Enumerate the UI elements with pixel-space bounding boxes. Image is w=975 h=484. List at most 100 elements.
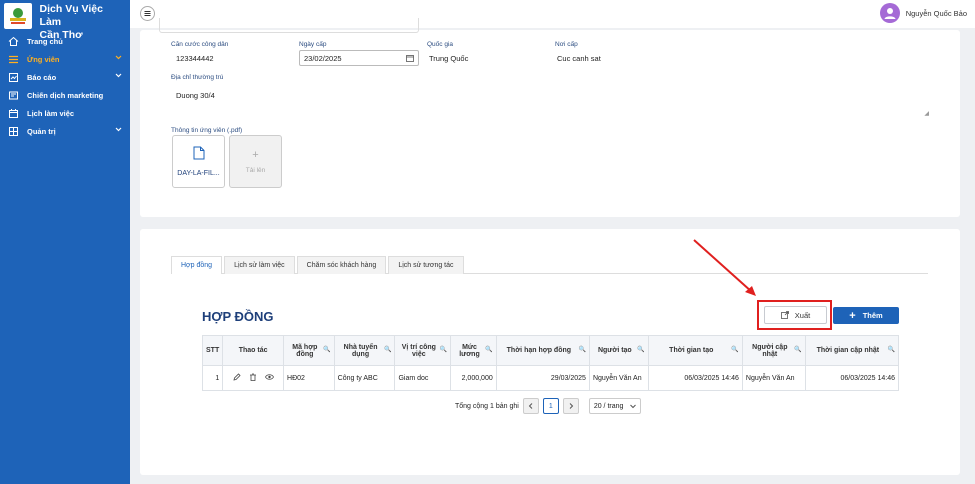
search-icon[interactable]: 🔍 — [485, 346, 492, 353]
header-label: Nhà tuyển dụng — [344, 344, 378, 358]
chevron-down-icon — [115, 126, 122, 135]
tab-contracts[interactable]: Hợp đồng — [171, 256, 222, 274]
header-label: Thời gian tạo — [669, 347, 713, 354]
sidebar-item-marketing[interactable]: Chiến dịch marketing — [0, 86, 130, 104]
issue-place-field[interactable]: Cuc canh sat — [557, 54, 601, 63]
next-page-button[interactable] — [563, 398, 579, 414]
table-row[interactable]: 1 HĐ02 Công ty ABC Giam doc 2,000,000 29… — [203, 366, 899, 391]
column-header-salary[interactable]: Mức lương 🔍 — [451, 336, 497, 366]
list-icon — [8, 54, 19, 65]
user-menu[interactable]: Nguyễn Quốc Bảo — [880, 3, 967, 23]
candidate-info-card — [140, 30, 960, 217]
sidebar-item-label: Chiến dịch marketing — [27, 91, 103, 100]
cell-contract-term: 29/03/2025 — [496, 366, 589, 391]
sidebar-item-label: Quản trị — [27, 127, 56, 136]
chevron-down-icon — [115, 72, 122, 81]
page-number-button[interactable]: 1 — [543, 398, 559, 414]
file-card[interactable]: DAY-LA-FIL... — [172, 135, 225, 188]
tab-work-history[interactable]: Lịch sử làm việc — [224, 256, 295, 274]
sidebar-item-label: Ứng viên — [27, 55, 59, 64]
cell-salary: 2,000,000 — [451, 366, 497, 391]
cell-position: Giam doc — [395, 366, 451, 391]
cell-updated-time: 06/03/2025 14:46 — [805, 366, 898, 391]
cell-actions — [223, 366, 284, 391]
tab-customer-care[interactable]: Chăm sóc khách hàng — [297, 256, 387, 274]
tab-bar: Hợp đồng Lịch sử làm việc Chăm sóc khách… — [171, 256, 928, 274]
section-title: HỢP ĐỒNG — [202, 309, 274, 324]
report-icon — [8, 72, 19, 83]
search-icon[interactable]: 🔍 — [384, 346, 391, 353]
export-label: Xuất — [795, 311, 810, 320]
upload-label: Tải lên — [246, 167, 266, 174]
address-textarea[interactable]: Duong 30/4 ◢ — [171, 82, 931, 119]
header-label: Mức lương — [459, 344, 480, 358]
edit-icon[interactable] — [233, 376, 241, 383]
column-header-updated-time[interactable]: Thời gian cập nhật 🔍 — [805, 336, 898, 366]
sidebar-item-schedule[interactable]: Lịch làm việc — [0, 104, 130, 122]
country-field[interactable]: Trung Quốc — [429, 54, 468, 63]
export-icon — [781, 311, 789, 319]
upload-button[interactable]: + Tải lên — [229, 135, 282, 188]
brand-line-1: Dịch Vụ Việc Làm — [40, 3, 126, 29]
search-icon[interactable]: 🔍 — [888, 346, 895, 353]
user-name: Nguyễn Quốc Bảo — [906, 9, 967, 18]
calendar-icon — [8, 108, 19, 119]
search-icon[interactable]: 🔍 — [731, 346, 738, 353]
header-label: Thời hạn hợp đồng — [507, 347, 571, 354]
home-icon — [8, 36, 19, 47]
search-icon[interactable]: 🔍 — [637, 346, 644, 353]
hamburger-icon — [144, 10, 151, 17]
chevron-down-icon — [115, 54, 122, 63]
cell-stt: 1 — [203, 366, 223, 391]
brand[interactable]: Dịch Vụ Việc Làm Cần Thơ — [0, 0, 130, 32]
sidebar-item-home[interactable]: Trang chủ — [0, 32, 130, 50]
issue-date-value: 23/02/2025 — [304, 54, 342, 63]
delete-icon[interactable] — [249, 376, 257, 383]
column-header-created-time[interactable]: Thời gian tạo 🔍 — [648, 336, 742, 366]
column-header-employer[interactable]: Nhà tuyển dụng 🔍 — [334, 336, 395, 366]
column-header-contract-term[interactable]: Thời hạn hợp đồng 🔍 — [496, 336, 589, 366]
page-size-select[interactable]: 20 / trang — [589, 398, 641, 414]
search-icon[interactable]: 🔍 — [794, 346, 801, 353]
id-number-field[interactable]: 123344442 — [176, 54, 214, 63]
cell-contract-code: HĐ02 — [284, 366, 335, 391]
chevron-right-icon — [568, 403, 574, 409]
contracts-table: STT Thao tác Mã hợp đồng🔍 Nhà tuyển dụng… — [202, 335, 899, 391]
view-icon[interactable] — [265, 376, 274, 383]
menu-toggle-button[interactable] — [140, 6, 155, 21]
sidebar-item-candidates[interactable]: Ứng viên — [0, 50, 130, 68]
export-button[interactable]: Xuất — [764, 306, 827, 324]
country-label: Quốc gia — [427, 41, 453, 48]
prev-page-button[interactable] — [523, 398, 539, 414]
add-contract-button[interactable]: + Thêm — [833, 307, 899, 324]
search-icon[interactable]: 🔍 — [440, 346, 447, 353]
search-icon[interactable]: 🔍 — [323, 346, 330, 353]
avatar — [880, 3, 900, 23]
search-icon[interactable]: 🔍 — [578, 346, 585, 353]
previous-field-input[interactable] — [159, 18, 419, 33]
issue-date-field[interactable]: 23/02/2025 — [299, 50, 419, 66]
issue-date-label: Ngày cấp — [299, 41, 326, 48]
column-header-stt: STT — [203, 336, 223, 366]
add-label: Thêm — [863, 311, 883, 320]
total-records: Tổng cộng 1 bản ghi — [455, 403, 519, 410]
file-name: DAY-LA-FIL... — [177, 170, 219, 177]
resize-handle-icon[interactable]: ◢ — [924, 110, 929, 117]
header-label: Mã hợp đồng — [292, 344, 317, 358]
sidebar-item-label: Lịch làm việc — [27, 109, 74, 118]
plus-icon: + — [252, 149, 258, 161]
calendar-icon — [406, 54, 414, 64]
column-header-creator[interactable]: Người tạo🔍 — [589, 336, 648, 366]
sidebar-item-reports[interactable]: Báo cáo — [0, 68, 130, 86]
plus-icon: + — [849, 310, 855, 322]
header-label: Người cập nhật — [752, 344, 787, 358]
tab-interaction-history[interactable]: Lịch sử tương tác — [388, 256, 463, 274]
address-value: Duong 30/4 — [176, 91, 215, 100]
sidebar-item-label: Báo cáo — [27, 73, 56, 82]
header-label: Thời gian cập nhật — [817, 347, 880, 354]
column-header-updater[interactable]: Người cập nhật 🔍 — [742, 336, 805, 366]
column-header-position[interactable]: Vị trí công việc🔍 — [395, 336, 451, 366]
cell-employer: Công ty ABC — [334, 366, 395, 391]
sidebar-item-admin[interactable]: Quản trị — [0, 122, 130, 140]
column-header-contract-code[interactable]: Mã hợp đồng 🔍 — [284, 336, 335, 366]
